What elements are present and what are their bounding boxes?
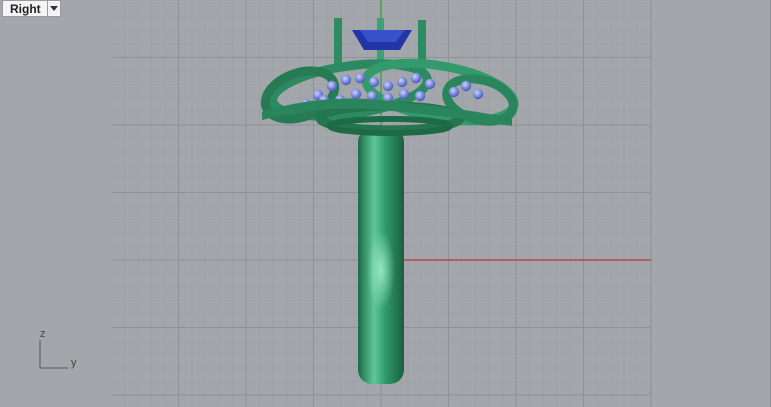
axis-orientation-widget: z y	[34, 328, 84, 376]
viewport-right[interactable]: Right z y	[0, 0, 771, 407]
pave-stone	[368, 76, 380, 88]
pave-stone	[354, 72, 366, 84]
axis-z-label: z	[40, 328, 46, 340]
pave-stone	[398, 88, 410, 100]
viewport-title-tab[interactable]: Right	[2, 0, 61, 17]
pave-stone	[460, 80, 472, 92]
pave-stone	[382, 80, 394, 92]
pave-stone	[424, 78, 436, 90]
pave-stone	[472, 88, 484, 100]
ring-shank	[358, 128, 404, 384]
pave-stone	[410, 72, 422, 84]
ring-model[interactable]	[0, 0, 771, 407]
pave-stone	[414, 90, 426, 102]
pave-stone	[326, 80, 338, 92]
pave-stone	[340, 74, 352, 86]
chevron-down-icon[interactable]	[46, 1, 60, 16]
axis-y-label: y	[71, 357, 77, 369]
pave-stone	[448, 86, 460, 98]
pave-stone	[396, 76, 408, 88]
viewport-title[interactable]: Right	[3, 2, 47, 16]
pave-stone	[350, 88, 362, 100]
